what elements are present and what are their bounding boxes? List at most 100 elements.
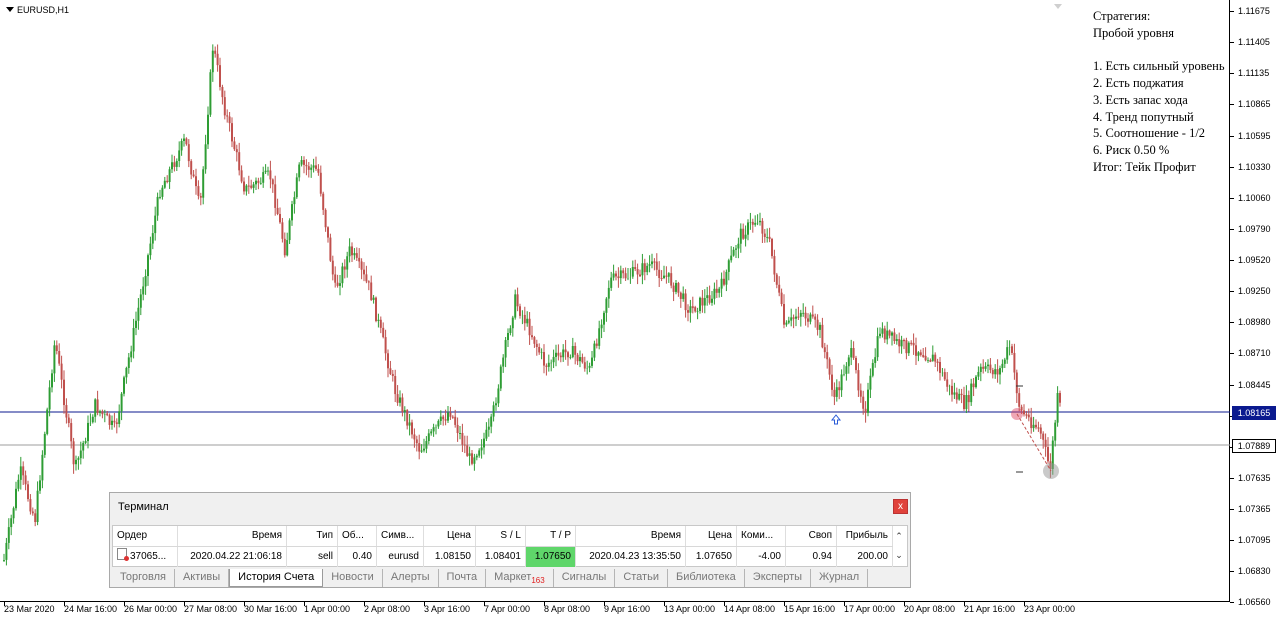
col-type[interactable]: Тип [287,526,338,546]
tab-12[interactable]: Журнал [811,569,869,587]
terminal-tabs: Торговля Активы История Счета Новости Алерты… [112,569,908,587]
y-tick-label: 1.11675 [1238,6,1270,16]
strategy-item: 1. Есть сильный уровень [1093,59,1225,74]
tab-7[interactable]: Маркет163 [486,569,554,587]
col-profit[interactable]: Прибыль [837,526,893,546]
tab-label: Торговля [120,571,166,583]
col-price[interactable]: Цена [424,526,476,546]
y-tick-label: 1.07635 [1238,472,1271,483]
market-badge: 163 [531,576,545,586]
tab-5[interactable]: Алерты [383,569,439,587]
y-tick [1230,353,1234,355]
strategy-name: Пробой уровня [1093,25,1175,40]
shift-marker-icon[interactable] [1054,4,1062,9]
y-tick [1230,509,1234,511]
y-tick-label: 1.08980 [1238,317,1271,328]
strategy-result: Итог: Тейк Профит [1093,159,1196,174]
y-tick-label: 1.10865 [1238,99,1271,110]
tab-2[interactable]: Активы [175,569,230,587]
y-tick-label: 1.09790 [1238,223,1271,234]
col-sl[interactable]: S / L [476,526,526,546]
symbol-label[interactable]: EURUSD,H1 [6,5,69,15]
strategy-item: 5. Соотношение - 1/2 [1093,126,1206,141]
col-symbol[interactable]: Симв... [377,526,424,546]
tab-6[interactable]: Почта [439,569,487,587]
y-tick [1230,571,1234,573]
tab-3[interactable]: История Счета [229,569,324,587]
y-tick-label: 1.10330 [1238,161,1271,172]
time-axis[interactable]: 23 Mar 2020 24 Mar 16:00 26 Mar 00:00 27 Ma… [0,602,1230,623]
col-swap[interactable]: Своп [786,526,837,546]
tab-label: Почта [446,571,478,583]
tab-11[interactable]: Эксперты [745,569,812,587]
y-tick [1230,602,1234,604]
y-tick [1230,11,1234,12]
scroll-up-icon[interactable]: ⌃ [892,526,906,546]
y-tick [1230,322,1234,324]
col-time[interactable]: Время [178,526,287,546]
tab-8[interactable]: Сигналы [554,569,616,587]
col-commission[interactable]: Коми... [737,526,786,546]
y-tick [1230,42,1234,44]
y-tick [1230,73,1234,75]
strategy-item: 6. Риск 0.50 % [1093,142,1170,157]
tab-4[interactable]: Новости [323,569,383,587]
y-tick [1230,166,1234,168]
tab-label: Новости [331,571,374,583]
x-tick-label: 27 Mar 08:00 [184,604,238,614]
x-tick-label: 17 Apr 00:00 [844,604,896,614]
y-tick [1230,228,1234,230]
tab-label: Эксперты [752,571,803,583]
cell-sl: 1.08401 [476,547,526,567]
x-tick-label: 23 Mar 2020 [4,604,55,614]
tab-label: История Счета [238,571,315,583]
y-tick-label: 1.07095 [1238,535,1271,546]
close-button[interactable]: x [893,499,908,514]
cell-swap: 0.94 [786,547,837,567]
table-row[interactable]: 37065... 2020.04.22 21:06:18 sell 0.40 e… [113,547,893,567]
up-arrow-icon[interactable] [830,414,842,425]
tab-9[interactable]: Статьи [615,569,668,587]
tab-10[interactable]: Библиотека [668,569,745,587]
cell-volume: 0.40 [338,547,377,567]
x-tick-label: 21 Apr 16:00 [964,604,1016,614]
y-tick [1230,135,1234,137]
terminal-title: Терминал [118,501,169,513]
y-tick [1230,260,1234,262]
strategy-notes: Стратегия: Пробой уровня 1. Есть сильный… [1093,8,1225,175]
y-tick-label: 1.10060 [1238,192,1271,203]
scroll-down-icon[interactable]: ⌄ [892,546,906,564]
x-tick-label: 20 Apr 08:00 [904,604,956,614]
col-volume[interactable]: Об... [338,526,377,546]
tab-1[interactable]: Торговля [112,569,175,587]
col-order[interactable]: Ордер [113,526,178,546]
terminal-panel: Терминал x Ордер Время Тип Об... Симв...… [109,492,911,588]
price-axis[interactable]: 1.11675 1.11405 1.11135 1.10865 1.10595 1.103… [1230,0,1280,607]
history-table: Ордер Время Тип Об... Симв... Цена S / L… [112,525,908,567]
y-tick-label: 1.11135 [1238,68,1270,79]
x-tick-label: 8 Apr 08:00 [544,604,591,614]
col-close-time[interactable]: Время [576,526,686,546]
y-tick-label: 1.07365 [1238,504,1271,515]
col-close-price[interactable]: Цена [686,526,737,546]
y-tick [1230,540,1234,542]
cell-profit: 200.00 [837,547,893,567]
cell-commission: -4.00 [737,547,786,567]
cell-price: 1.08150 [424,547,476,567]
cell-symbol: eurusd [377,547,424,567]
dropdown-triangle-icon[interactable] [6,7,14,12]
y-tick [1230,477,1234,479]
scroll-arrows[interactable]: ⌃ ⌄ [892,526,906,566]
y-tick [1230,291,1234,293]
symbol-text: EURUSD,H1 [17,5,70,15]
x-tick-label: 2 Apr 08:00 [364,604,411,614]
strategy-item: 3. Есть запас хода [1093,92,1188,107]
x-tick-label: 26 Mar 00:00 [124,604,178,614]
col-tp[interactable]: T / P [526,526,576,546]
table-header: Ордер Время Тип Об... Симв... Цена S / L… [113,526,893,547]
cell-close-price: 1.07650 [686,547,737,567]
y-tick-label: 1.10595 [1238,130,1271,141]
cell-order: 37065... [113,547,178,567]
order-icon [117,548,129,561]
cell-close-time: 2020.04.23 13:35:50 [576,547,686,567]
